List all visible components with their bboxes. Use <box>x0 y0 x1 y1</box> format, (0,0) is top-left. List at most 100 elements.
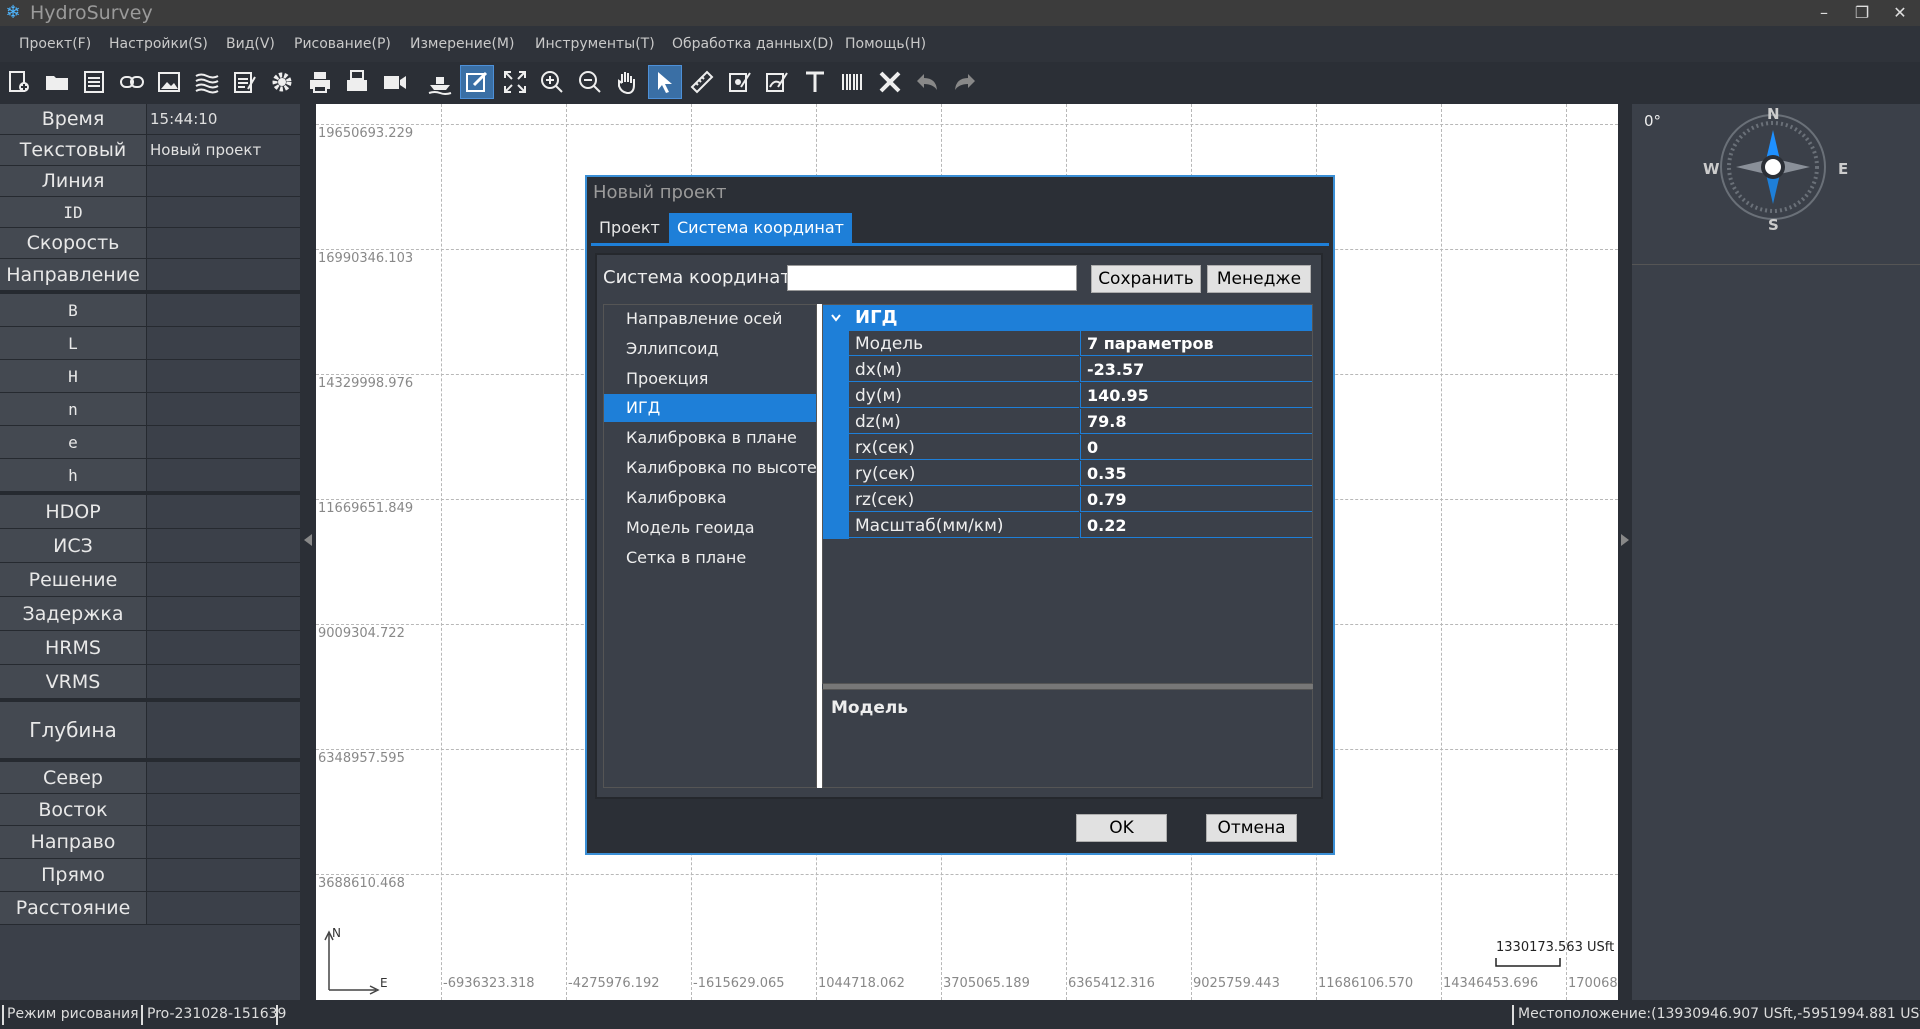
settings-gear-icon[interactable] <box>266 66 298 98</box>
property-row[interactable]: Модель 7 параметров <box>823 331 1312 357</box>
compass-panel: 0° N S W E <box>1632 104 1920 1000</box>
menu-help[interactable]: Помощь(H) <box>845 26 926 62</box>
property-row[interactable]: dz(м) 79.8 <box>823 409 1312 435</box>
nav-item-ellipsoid[interactable]: Эллипсоид <box>604 335 816 363</box>
property-value[interactable]: 140.95 <box>1080 383 1312 408</box>
row-gutter <box>823 487 849 513</box>
barcode-icon[interactable] <box>836 66 868 98</box>
cancel-button[interactable]: Отмена <box>1206 814 1297 842</box>
tab-coordinate-system[interactable]: Система координат <box>669 213 852 243</box>
nav-item-plane-grid[interactable]: Сетка в плане <box>604 544 816 572</box>
compass-south-label: S <box>1768 216 1779 234</box>
menu-measure[interactable]: Измерение(M) <box>410 26 514 62</box>
water-layers-icon[interactable] <box>191 66 223 98</box>
row-gutter <box>823 435 849 461</box>
property-row[interactable]: dx(м) -23.57 <box>823 357 1312 383</box>
image-icon[interactable] <box>153 66 185 98</box>
tab-project[interactable]: Проект <box>591 213 668 243</box>
undo-icon[interactable] <box>911 66 943 98</box>
menu-view[interactable]: Вид(V) <box>226 26 275 62</box>
manager-button[interactable]: Менедже <box>1207 265 1311 293</box>
info-label: H <box>0 360 147 392</box>
property-row[interactable]: Масштаб(мм/км) 0.22 <box>823 513 1312 539</box>
property-group-header[interactable]: ИГД <box>823 305 1312 331</box>
property-name: ry(сек) <box>849 461 1079 486</box>
coordinate-system-panel: Система координат Сохранить Менедже Напр… <box>595 253 1323 799</box>
save-button[interactable]: Сохранить <box>1091 265 1201 293</box>
edit-lines-icon[interactable] <box>761 66 793 98</box>
nav-item-axis-direction[interactable]: Направление осей <box>604 305 816 333</box>
property-name: Масштаб(мм/км) <box>849 513 1079 538</box>
property-value[interactable]: 0.22 <box>1080 513 1312 538</box>
chevron-down-icon[interactable] <box>831 314 841 322</box>
edit-points-icon[interactable] <box>724 66 756 98</box>
info-row-speed: Скорость <box>0 228 300 259</box>
property-group-title: ИГД <box>855 307 898 328</box>
menu-settings[interactable]: Настройки(S) <box>109 26 208 62</box>
info-label: B <box>0 294 147 326</box>
y-axis-label: 6348957.595 <box>318 751 405 766</box>
collapse-right-icon[interactable] <box>1621 534 1629 546</box>
property-row[interactable]: dy(м) 140.95 <box>823 383 1312 409</box>
ok-button[interactable]: OK <box>1076 814 1167 842</box>
row-gutter <box>823 383 849 409</box>
property-value[interactable]: 7 параметров <box>1080 331 1312 356</box>
property-row[interactable]: rx(сек) 0 <box>823 435 1312 461</box>
property-value[interactable]: -23.57 <box>1080 357 1312 382</box>
property-row[interactable]: rz(сек) 0.79 <box>823 487 1312 513</box>
coordinate-system-input[interactable] <box>787 265 1077 291</box>
minimize-button[interactable]: – <box>1804 0 1844 26</box>
select-pointer-icon[interactable] <box>648 65 682 99</box>
link-icon[interactable] <box>116 66 148 98</box>
menu-project[interactable]: Проект(F) <box>19 26 91 62</box>
boat-icon[interactable] <box>424 66 456 98</box>
redo-icon[interactable] <box>949 66 981 98</box>
info-label: Текстовый <box>0 135 147 165</box>
printer-icon[interactable] <box>304 66 336 98</box>
menu-tools[interactable]: Инструменты(T) <box>535 26 655 62</box>
nav-item-geoid-model[interactable]: Модель геоида <box>604 514 816 542</box>
info-row-east: Восток <box>0 794 300 826</box>
draw-edit-icon[interactable] <box>460 65 494 99</box>
description-title: Модель <box>831 698 909 718</box>
restore-button[interactable]: ❐ <box>1842 0 1882 26</box>
nav-item-calibration[interactable]: Калибровка <box>604 484 816 512</box>
y-axis-label: 11669651.849 <box>318 501 414 516</box>
info-row-direction: Направление <box>0 259 300 291</box>
compass-north-label: N <box>1767 105 1780 123</box>
zoom-in-icon[interactable] <box>536 66 568 98</box>
property-name: dy(м) <box>849 383 1079 408</box>
info-label: e <box>0 426 147 458</box>
property-value[interactable]: 0 <box>1080 435 1312 460</box>
property-value[interactable]: 0.35 <box>1080 461 1312 486</box>
property-value[interactable]: 0.79 <box>1080 487 1312 512</box>
property-value[interactable]: 79.8 <box>1080 409 1312 434</box>
print-export-icon[interactable] <box>341 66 373 98</box>
nav-item-projection[interactable]: Проекция <box>604 365 816 393</box>
x-axis-label: -6936323.318 <box>443 976 535 991</box>
nav-item-horizontal-calibration[interactable]: Калибровка в плане <box>604 424 816 452</box>
ruler-icon[interactable] <box>686 66 718 98</box>
new-project-icon[interactable] <box>3 66 35 98</box>
nav-item-vertical-calibration[interactable]: Калибровка по высоте <box>604 454 817 482</box>
video-camera-icon[interactable] <box>379 66 411 98</box>
heading-readout: 0° <box>1644 112 1662 130</box>
open-folder-icon[interactable] <box>41 66 73 98</box>
info-row-text: Текстовый Новый проект <box>0 135 300 166</box>
north-axis-label: N <box>332 926 341 940</box>
close-button[interactable]: ✕ <box>1880 0 1920 26</box>
edit-document-icon[interactable] <box>229 66 261 98</box>
zoom-out-icon[interactable] <box>574 66 606 98</box>
collapse-left-icon[interactable] <box>304 534 312 546</box>
right-panel-splitter[interactable] <box>1618 104 1632 1000</box>
text-tool-icon[interactable] <box>799 66 831 98</box>
property-row[interactable]: ry(сек) 0.35 <box>823 461 1312 487</box>
menu-draw[interactable]: Рисование(P) <box>294 26 391 62</box>
save-icon[interactable] <box>78 66 110 98</box>
fit-extent-icon[interactable] <box>499 66 531 98</box>
nav-item-datum-transform[interactable]: ИГД <box>604 394 816 422</box>
menu-data-processing[interactable]: Обработка данных(D) <box>672 26 834 62</box>
left-panel-splitter[interactable] <box>300 104 316 1000</box>
delete-icon[interactable] <box>874 66 906 98</box>
pan-hand-icon[interactable] <box>611 66 643 98</box>
